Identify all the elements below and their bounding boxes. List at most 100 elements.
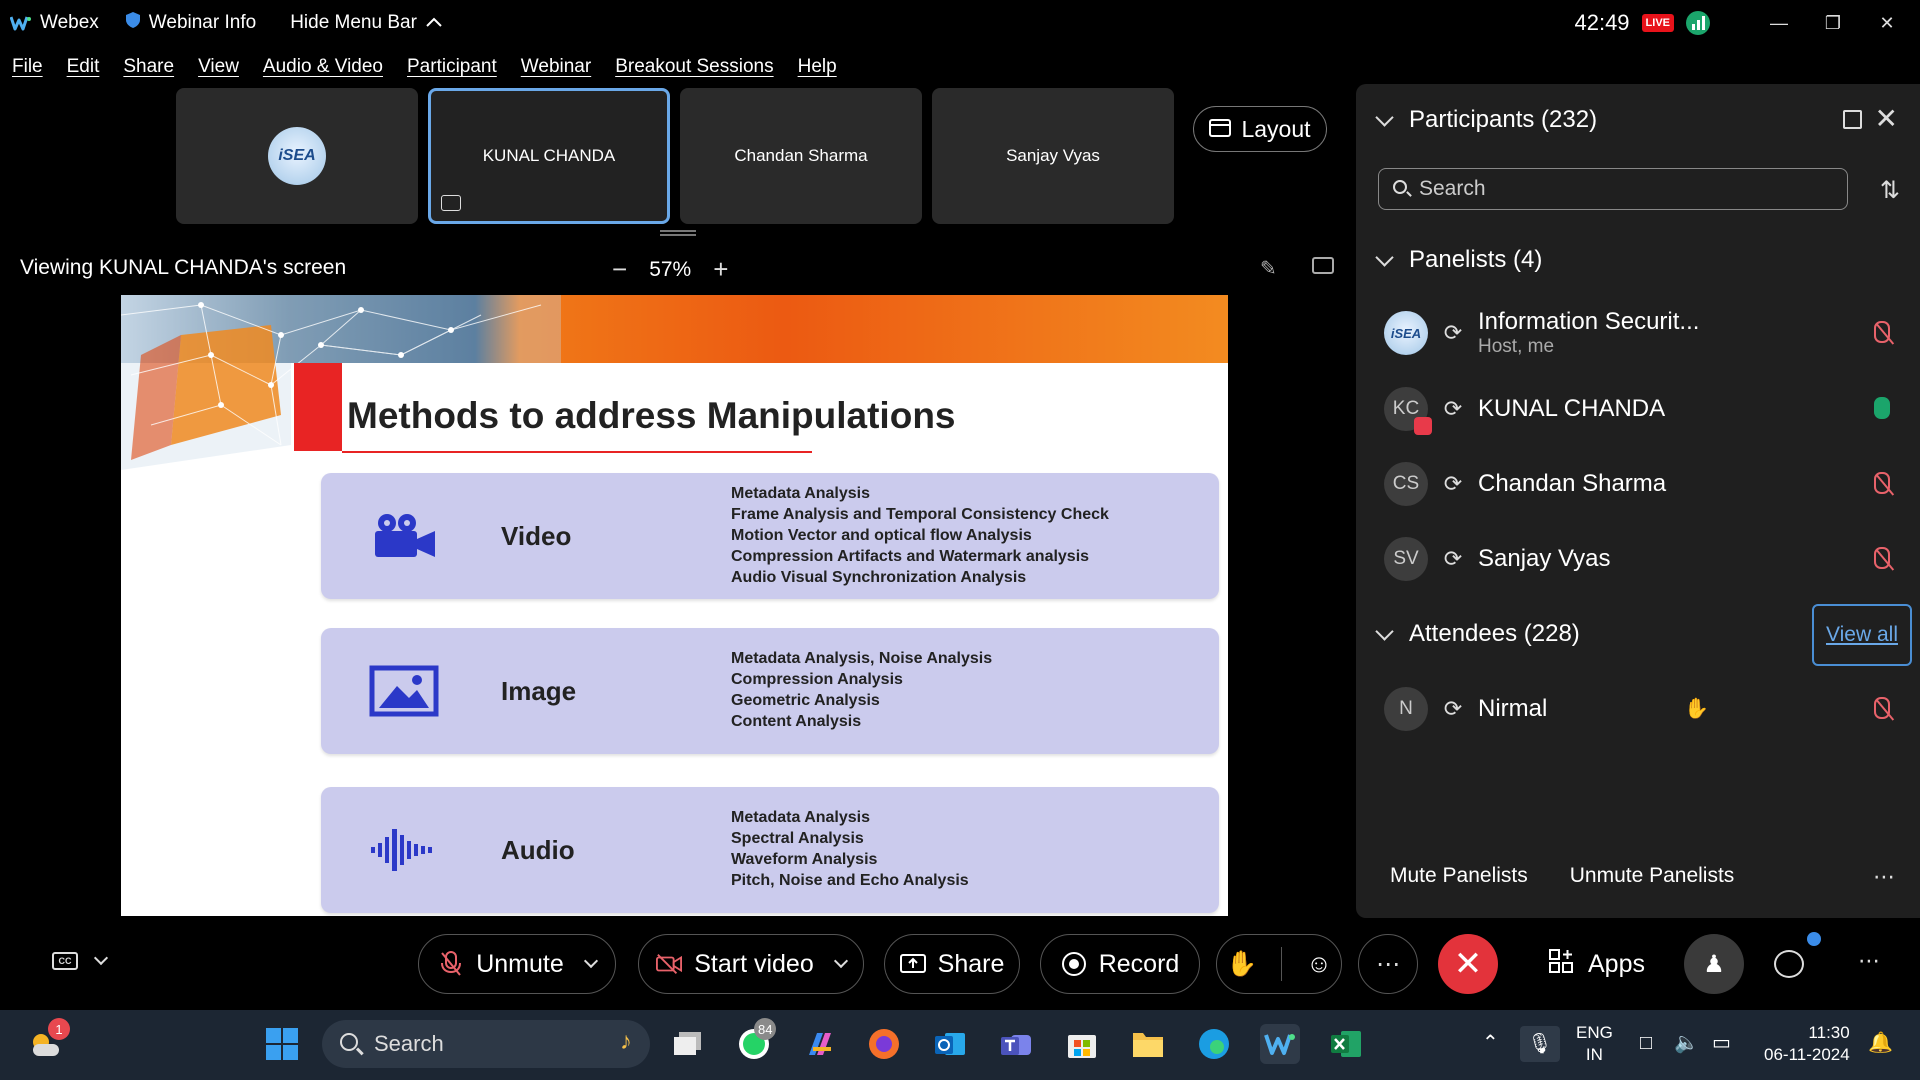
webinar-info-label: Webinar Info [148, 12, 257, 33]
viewing-screen-label: Viewing KUNAL CHANDA's screen [20, 256, 347, 279]
chevron-down-icon[interactable] [833, 953, 848, 969]
webex-taskbar-icon[interactable] [1260, 1024, 1300, 1064]
menu-share[interactable]: Share [123, 56, 174, 78]
mic-muted-icon[interactable] [1874, 547, 1890, 569]
notifications-bell-icon[interactable]: 🔔 [1868, 1032, 1893, 1054]
file-explorer-icon[interactable] [1128, 1024, 1168, 1064]
firefox-icon[interactable] [864, 1024, 904, 1064]
connection-signal-icon[interactable] [1686, 11, 1710, 35]
video-thumbnail-sanjay[interactable]: Sanjay Vyas [932, 88, 1174, 224]
video-thumbnail-chandan[interactable]: Chandan Sharma [680, 88, 922, 224]
method-item: Content Analysis [731, 713, 862, 730]
end-call-button[interactable]: ✕ [1438, 934, 1498, 994]
participant-role: Host, me [1478, 336, 1555, 357]
close-panel-button[interactable]: ✕ [1875, 102, 1898, 135]
record-button[interactable]: Record [1040, 934, 1200, 994]
more-options-icon[interactable]: ⋯ [1873, 864, 1896, 890]
teams-icon[interactable] [996, 1024, 1036, 1064]
chevron-down-icon[interactable] [583, 953, 598, 969]
chat-icon[interactable] [1774, 950, 1804, 978]
panelists-section-header[interactable]: Panelists (4) [1375, 246, 1542, 274]
layout-label: Layout [1241, 115, 1311, 142]
panelist-row[interactable]: CS ⟳ Chandan Sharma [1384, 459, 1894, 509]
isea-logo: iSEA [268, 127, 326, 185]
close-window-button[interactable]: ✕ [1864, 0, 1910, 46]
layout-button[interactable]: Layout [1193, 106, 1327, 152]
menu-edit[interactable]: Edit [67, 56, 100, 78]
show-hidden-icons-button[interactable]: ⌃ [1482, 1032, 1499, 1054]
windows-start-icon[interactable] [262, 1024, 302, 1064]
menu-file[interactable]: File [12, 56, 43, 78]
menu-audio-video[interactable]: Audio & Video [263, 56, 383, 78]
panelist-row[interactable]: SV ⟳ Sanjay Vyas [1384, 534, 1894, 584]
volume-icon[interactable]: 🔈 [1674, 1032, 1699, 1054]
mic-muted-icon[interactable] [1874, 321, 1890, 343]
meeting-timer: 42:49 [1574, 10, 1630, 35]
participant-name: KUNAL CHANDA [1478, 395, 1666, 422]
attendee-row[interactable]: N ⟳ Nirmal ✋ [1384, 684, 1894, 734]
avatar: iSEA [1384, 311, 1428, 355]
start-video-button[interactable]: Start video [638, 934, 864, 994]
annotate-icon[interactable]: ✎ [1260, 256, 1277, 281]
view-all-attendees-link[interactable]: View all [1812, 604, 1912, 666]
method-item: Frame Analysis and Temporal Consistency … [731, 506, 1109, 523]
reactions-group: ✋ ☺ [1216, 934, 1342, 994]
method-card-image: Image Metadata Analysis, Noise Analysis … [321, 628, 1219, 754]
headset-icon: ⟳ [1443, 396, 1463, 421]
video-thumbnail-host[interactable]: iSEA [176, 88, 418, 224]
panelist-row[interactable]: iSEA ⟳ Information Securit... Host, me [1384, 308, 1894, 358]
record-icon [1061, 951, 1087, 977]
share-button[interactable]: Share [884, 934, 1020, 994]
webex-app-title: Webex [10, 12, 99, 34]
closed-captions-button[interactable]: CC [52, 950, 109, 970]
raise-hand-icon[interactable]: ✋ [1226, 950, 1257, 979]
more-options-button[interactable]: ⋯ [1358, 934, 1418, 994]
webinar-info-button[interactable]: Webinar Info [125, 11, 256, 35]
participants-toggle-button[interactable]: ♟ [1684, 934, 1744, 994]
chevron-down-icon [1375, 107, 1394, 127]
edge-icon[interactable] [1194, 1024, 1234, 1064]
copilot-icon[interactable] [800, 1024, 840, 1064]
microphone-muted-icon[interactable]: 🎙 [1520, 1026, 1560, 1062]
menu-participant[interactable]: Participant [407, 56, 497, 78]
panelist-row[interactable]: KC ⟳ KUNAL CHANDA [1384, 384, 1894, 435]
language-indicator[interactable]: ENG IN [1576, 1022, 1613, 1066]
participants-header[interactable]: Participants (232) [1375, 106, 1597, 134]
view-options-icon[interactable] [1312, 257, 1334, 274]
microsoft-store-icon[interactable] [1062, 1024, 1102, 1064]
menu-help[interactable]: Help [798, 56, 837, 78]
screen-share-icon [441, 195, 461, 211]
mute-panelists-button[interactable]: Mute Panelists [1390, 864, 1528, 888]
excel-icon[interactable] [1326, 1024, 1366, 1064]
menu-webinar[interactable]: Webinar [521, 56, 591, 78]
apps-button[interactable]: Apps [1548, 948, 1645, 981]
outlook-icon[interactable] [930, 1024, 970, 1064]
minimize-window-button[interactable]: — [1756, 0, 1802, 46]
thumbnail-resize-handle[interactable] [660, 230, 696, 236]
participant-search-input[interactable]: Search [1378, 168, 1848, 210]
unmute-button[interactable]: Unmute [418, 934, 616, 994]
method-item: Waveform Analysis [731, 851, 878, 868]
video-thumbnail-kunal[interactable]: KUNAL CHANDA [428, 88, 670, 224]
taskbar-search-input[interactable]: Search ♪ [322, 1020, 650, 1068]
attendees-section-header[interactable]: Attendees (228) [1375, 620, 1580, 648]
hide-menu-bar-button[interactable]: Hide Menu Bar [290, 12, 443, 34]
more-icon[interactable]: ⋯ [1858, 948, 1880, 974]
restore-window-button[interactable]: ❐ [1810, 0, 1856, 46]
menu-breakout-sessions[interactable]: Breakout Sessions [615, 56, 773, 78]
mic-on-icon[interactable] [1874, 397, 1890, 419]
taskbar-clock[interactable]: 11:30 06-11-2024 [1764, 1022, 1850, 1066]
pop-out-icon[interactable] [1843, 110, 1862, 129]
unmute-panelists-button[interactable]: Unmute Panelists [1570, 864, 1735, 888]
battery-icon[interactable]: ▭ [1712, 1032, 1731, 1054]
zoom-in-button[interactable]: + [713, 254, 728, 285]
menu-view[interactable]: View [198, 56, 239, 78]
task-view-icon[interactable] [668, 1024, 708, 1064]
sort-icon[interactable]: ⇅ [1880, 176, 1900, 205]
participant-name: Chandan Sharma [1478, 470, 1667, 497]
mic-muted-icon[interactable] [1874, 472, 1890, 494]
mic-muted-icon[interactable] [1874, 697, 1890, 719]
reactions-icon[interactable]: ☺ [1306, 950, 1332, 979]
network-icon[interactable]: □ [1640, 1032, 1652, 1054]
zoom-out-button[interactable]: − [612, 254, 627, 285]
